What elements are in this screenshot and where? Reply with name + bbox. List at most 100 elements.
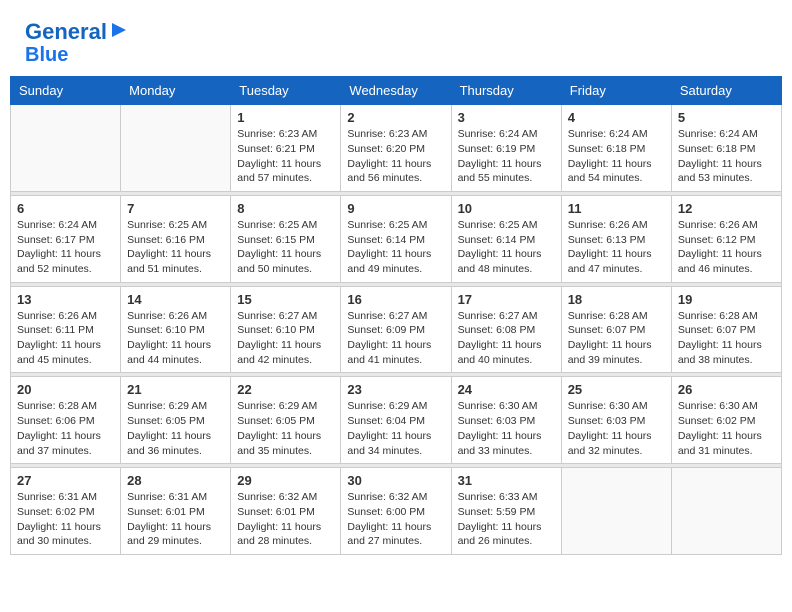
day-number: 21 bbox=[127, 382, 224, 397]
day-number: 25 bbox=[568, 382, 665, 397]
day-number: 8 bbox=[237, 201, 334, 216]
calendar-cell: 2 Sunrise: 6:23 AM Sunset: 6:20 PM Daylig… bbox=[341, 105, 451, 192]
calendar-cell: 17 Sunrise: 6:27 AM Sunset: 6:08 PM Dayli… bbox=[451, 286, 561, 373]
calendar-cell: 27 Sunrise: 6:31 AM Sunset: 6:02 PM Dayli… bbox=[11, 468, 121, 555]
calendar-week-row: 1 Sunrise: 6:23 AM Sunset: 6:21 PM Daylig… bbox=[11, 105, 782, 192]
day-number: 20 bbox=[17, 382, 114, 397]
day-number: 24 bbox=[458, 382, 555, 397]
day-info: Sunrise: 6:26 AM Sunset: 6:11 PM Dayligh… bbox=[17, 309, 114, 368]
calendar-cell: 28 Sunrise: 6:31 AM Sunset: 6:01 PM Dayli… bbox=[121, 468, 231, 555]
calendar-cell: 26Sunrise: 6:30 AM Sunset: 6:02 PM Dayli… bbox=[671, 377, 781, 464]
calendar-header-monday: Monday bbox=[121, 77, 231, 105]
day-info: Sunrise: 6:32 AM Sunset: 6:01 PM Dayligh… bbox=[237, 490, 334, 549]
calendar-cell bbox=[561, 468, 671, 555]
calendar-cell: 18 Sunrise: 6:28 AM Sunset: 6:07 PM Dayli… bbox=[561, 286, 671, 373]
day-number: 16 bbox=[347, 292, 444, 307]
day-number: 28 bbox=[127, 473, 224, 488]
day-info: Sunrise: 6:27 AM Sunset: 6:09 PM Dayligh… bbox=[347, 309, 444, 368]
day-number: 29 bbox=[237, 473, 334, 488]
calendar-header-saturday: Saturday bbox=[671, 77, 781, 105]
day-info: Sunrise: 6:29 AM Sunset: 6:05 PM Dayligh… bbox=[237, 399, 334, 458]
day-info: Sunrise: 6:26 AM Sunset: 6:10 PM Dayligh… bbox=[127, 309, 224, 368]
day-info: Sunrise: 6:27 AM Sunset: 6:10 PM Dayligh… bbox=[237, 309, 334, 368]
day-number: 23 bbox=[347, 382, 444, 397]
calendar-header-wednesday: Wednesday bbox=[341, 77, 451, 105]
calendar-week-row: 27 Sunrise: 6:31 AM Sunset: 6:02 PM Dayli… bbox=[11, 468, 782, 555]
day-info: Sunrise: 6:28 AM Sunset: 6:07 PM Dayligh… bbox=[678, 309, 775, 368]
day-info: Sunrise: 6:25 AM Sunset: 6:14 PM Dayligh… bbox=[347, 218, 444, 277]
day-number: 14 bbox=[127, 292, 224, 307]
day-info: Sunrise: 6:28 AM Sunset: 6:06 PM Dayligh… bbox=[17, 399, 114, 458]
day-number: 27 bbox=[17, 473, 114, 488]
day-info: Sunrise: 6:31 AM Sunset: 6:02 PM Dayligh… bbox=[17, 490, 114, 549]
day-info: Sunrise: 6:30 AM Sunset: 6:02 PM Dayligh… bbox=[678, 399, 775, 458]
day-info: Sunrise: 6:25 AM Sunset: 6:14 PM Dayligh… bbox=[458, 218, 555, 277]
calendar-cell: 6 Sunrise: 6:24 AM Sunset: 6:17 PM Daylig… bbox=[11, 195, 121, 282]
day-info: Sunrise: 6:25 AM Sunset: 6:16 PM Dayligh… bbox=[127, 218, 224, 277]
calendar-cell: 16 Sunrise: 6:27 AM Sunset: 6:09 PM Dayli… bbox=[341, 286, 451, 373]
day-number: 1 bbox=[237, 110, 334, 125]
day-number: 13 bbox=[17, 292, 114, 307]
logo-text-blue: Blue bbox=[25, 44, 68, 66]
day-number: 17 bbox=[458, 292, 555, 307]
logo: General Blue bbox=[25, 20, 126, 66]
calendar-cell: 7Sunrise: 6:25 AM Sunset: 6:16 PM Daylig… bbox=[121, 195, 231, 282]
day-number: 3 bbox=[458, 110, 555, 125]
calendar-cell: 30 Sunrise: 6:32 AM Sunset: 6:00 PM Dayli… bbox=[341, 468, 451, 555]
day-info: Sunrise: 6:23 AM Sunset: 6:20 PM Dayligh… bbox=[347, 127, 444, 186]
calendar-cell: 29 Sunrise: 6:32 AM Sunset: 6:01 PM Dayli… bbox=[231, 468, 341, 555]
calendar-cell bbox=[121, 105, 231, 192]
calendar-cell: 12Sunrise: 6:26 AM Sunset: 6:12 PM Dayli… bbox=[671, 195, 781, 282]
day-info: Sunrise: 6:28 AM Sunset: 6:07 PM Dayligh… bbox=[568, 309, 665, 368]
calendar-week-row: 6 Sunrise: 6:24 AM Sunset: 6:17 PM Daylig… bbox=[11, 195, 782, 282]
calendar-header-tuesday: Tuesday bbox=[231, 77, 341, 105]
calendar-table: SundayMondayTuesdayWednesdayThursdayFrid… bbox=[10, 76, 782, 555]
calendar-cell bbox=[11, 105, 121, 192]
calendar-cell: 8Sunrise: 6:25 AM Sunset: 6:15 PM Daylig… bbox=[231, 195, 341, 282]
day-info: Sunrise: 6:32 AM Sunset: 6:00 PM Dayligh… bbox=[347, 490, 444, 549]
day-info: Sunrise: 6:26 AM Sunset: 6:13 PM Dayligh… bbox=[568, 218, 665, 277]
day-number: 30 bbox=[347, 473, 444, 488]
day-number: 10 bbox=[458, 201, 555, 216]
logo-triangle-icon bbox=[108, 21, 126, 39]
day-info: Sunrise: 6:31 AM Sunset: 6:01 PM Dayligh… bbox=[127, 490, 224, 549]
day-number: 18 bbox=[568, 292, 665, 307]
calendar-cell: 15 Sunrise: 6:27 AM Sunset: 6:10 PM Dayli… bbox=[231, 286, 341, 373]
day-number: 31 bbox=[458, 473, 555, 488]
calendar-week-row: 13 Sunrise: 6:26 AM Sunset: 6:11 PM Dayli… bbox=[11, 286, 782, 373]
calendar-cell bbox=[671, 468, 781, 555]
day-info: Sunrise: 6:33 AM Sunset: 5:59 PM Dayligh… bbox=[458, 490, 555, 549]
calendar-cell: 25 Sunrise: 6:30 AM Sunset: 6:03 PM Dayli… bbox=[561, 377, 671, 464]
calendar-cell: 1 Sunrise: 6:23 AM Sunset: 6:21 PM Daylig… bbox=[231, 105, 341, 192]
day-number: 4 bbox=[568, 110, 665, 125]
calendar-cell: 20 Sunrise: 6:28 AM Sunset: 6:06 PM Dayli… bbox=[11, 377, 121, 464]
calendar-week-row: 20 Sunrise: 6:28 AM Sunset: 6:06 PM Dayli… bbox=[11, 377, 782, 464]
calendar-cell: 10 Sunrise: 6:25 AM Sunset: 6:14 PM Dayli… bbox=[451, 195, 561, 282]
calendar-cell: 21Sunrise: 6:29 AM Sunset: 6:05 PM Dayli… bbox=[121, 377, 231, 464]
calendar-header-friday: Friday bbox=[561, 77, 671, 105]
calendar-cell: 24Sunrise: 6:30 AM Sunset: 6:03 PM Dayli… bbox=[451, 377, 561, 464]
day-info: Sunrise: 6:30 AM Sunset: 6:03 PM Dayligh… bbox=[568, 399, 665, 458]
day-info: Sunrise: 6:24 AM Sunset: 6:17 PM Dayligh… bbox=[17, 218, 114, 277]
day-number: 15 bbox=[237, 292, 334, 307]
logo-text-general: General bbox=[25, 20, 107, 44]
day-number: 5 bbox=[678, 110, 775, 125]
day-info: Sunrise: 6:23 AM Sunset: 6:21 PM Dayligh… bbox=[237, 127, 334, 186]
calendar-cell: 13 Sunrise: 6:26 AM Sunset: 6:11 PM Dayli… bbox=[11, 286, 121, 373]
calendar-header-row: SundayMondayTuesdayWednesdayThursdayFrid… bbox=[11, 77, 782, 105]
page-header: General Blue bbox=[10, 10, 782, 71]
calendar-header-sunday: Sunday bbox=[11, 77, 121, 105]
day-number: 22 bbox=[237, 382, 334, 397]
calendar-cell: 9Sunrise: 6:25 AM Sunset: 6:14 PM Daylig… bbox=[341, 195, 451, 282]
calendar-cell: 31 Sunrise: 6:33 AM Sunset: 5:59 PM Dayli… bbox=[451, 468, 561, 555]
day-info: Sunrise: 6:27 AM Sunset: 6:08 PM Dayligh… bbox=[458, 309, 555, 368]
calendar-cell: 14 Sunrise: 6:26 AM Sunset: 6:10 PM Dayli… bbox=[121, 286, 231, 373]
calendar-cell: 4Sunrise: 6:24 AM Sunset: 6:18 PM Daylig… bbox=[561, 105, 671, 192]
day-info: Sunrise: 6:24 AM Sunset: 6:18 PM Dayligh… bbox=[678, 127, 775, 186]
calendar-cell: 3 Sunrise: 6:24 AM Sunset: 6:19 PM Daylig… bbox=[451, 105, 561, 192]
day-number: 2 bbox=[347, 110, 444, 125]
calendar-cell: 5 Sunrise: 6:24 AM Sunset: 6:18 PM Daylig… bbox=[671, 105, 781, 192]
day-info: Sunrise: 6:24 AM Sunset: 6:19 PM Dayligh… bbox=[458, 127, 555, 186]
day-number: 6 bbox=[17, 201, 114, 216]
calendar-header-thursday: Thursday bbox=[451, 77, 561, 105]
